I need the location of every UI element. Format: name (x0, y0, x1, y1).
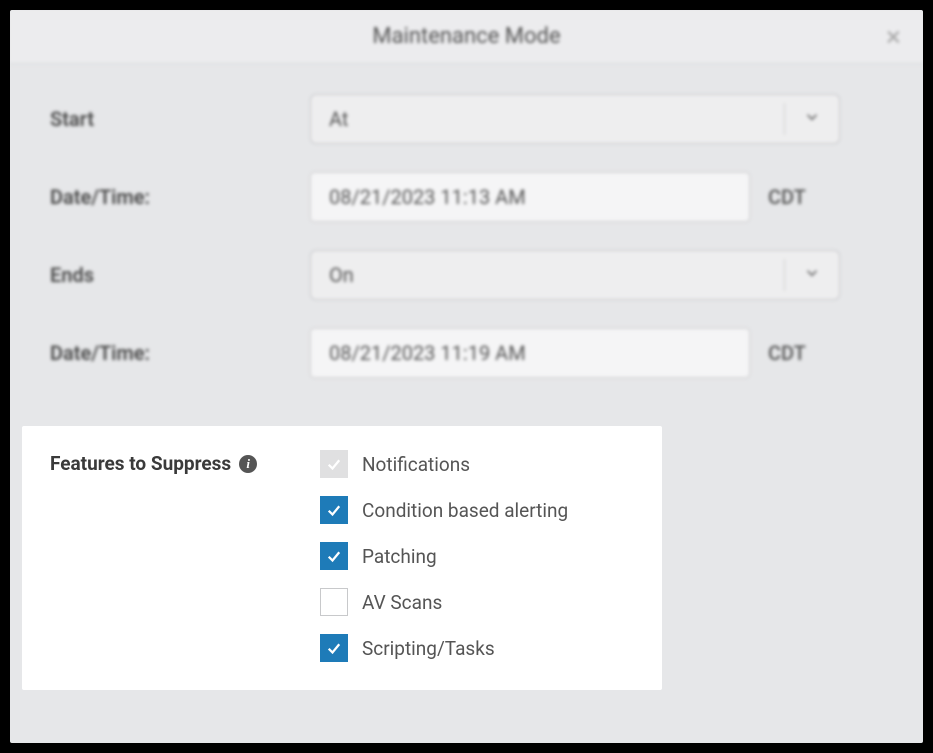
ends-datetime-label: Date/Time: (50, 341, 310, 365)
ends-tz-label: CDT (768, 341, 806, 365)
suppress-item: Scripting/Tasks (320, 634, 568, 662)
suppress-item: Patching (320, 542, 568, 570)
start-label: Start (50, 107, 310, 131)
form-section: Start At Date/Time: 08/21/2023 11:13 AM … (10, 64, 923, 416)
ends-datetime-row: Date/Time: 08/21/2023 11:19 AM CDT (50, 328, 883, 378)
suppress-checkbox[interactable] (320, 496, 348, 524)
suppress-item-label: Scripting/Tasks (362, 637, 495, 660)
start-datetime-value: 08/21/2023 11:13 AM (329, 185, 526, 209)
suppress-checkbox (320, 450, 348, 478)
start-select[interactable]: At (310, 94, 840, 144)
select-divider (784, 259, 785, 291)
ends-datetime-value: 08/21/2023 11:19 AM (329, 341, 526, 365)
start-datetime-label: Date/Time: (50, 185, 310, 209)
chevron-down-icon (803, 263, 821, 287)
suppress-item-label: Condition based alerting (362, 499, 568, 522)
dialog-header: Maintenance Mode × (10, 10, 923, 64)
start-select-value: At (329, 107, 348, 131)
maintenance-mode-dialog: Maintenance Mode × Start At Date/Time: 0… (10, 10, 923, 743)
ends-select[interactable]: On (310, 250, 840, 300)
suppress-title: Features to Suppress (50, 452, 231, 475)
start-row: Start At (50, 94, 883, 144)
suppress-checkbox[interactable] (320, 634, 348, 662)
suppress-label-wrap: Features to Suppress i (50, 450, 320, 475)
start-tz-label: CDT (768, 185, 806, 209)
suppress-item: AV Scans (320, 588, 568, 616)
info-icon[interactable]: i (239, 455, 257, 473)
suppress-item: Condition based alerting (320, 496, 568, 524)
features-suppress-panel: Features to Suppress i Notifications Cond… (22, 426, 662, 690)
ends-row: Ends On (50, 250, 883, 300)
close-icon[interactable]: × (886, 23, 901, 51)
ends-datetime-input[interactable]: 08/21/2023 11:19 AM (310, 328, 750, 378)
suppress-item: Notifications (320, 450, 568, 478)
suppress-item-label: Patching (362, 545, 437, 568)
select-divider (784, 103, 785, 135)
suppress-item-label: AV Scans (362, 591, 442, 614)
suppress-checkbox[interactable] (320, 542, 348, 570)
dialog-title: Maintenance Mode (10, 24, 923, 49)
suppress-checkbox[interactable] (320, 588, 348, 616)
start-datetime-row: Date/Time: 08/21/2023 11:13 AM CDT (50, 172, 883, 222)
suppress-item-label: Notifications (362, 453, 470, 476)
ends-select-value: On (329, 263, 354, 287)
chevron-down-icon (803, 107, 821, 131)
start-datetime-input[interactable]: 08/21/2023 11:13 AM (310, 172, 750, 222)
ends-label: Ends (50, 263, 310, 287)
suppress-checkbox-list: Notifications Condition based alerting Pat… (320, 450, 568, 662)
